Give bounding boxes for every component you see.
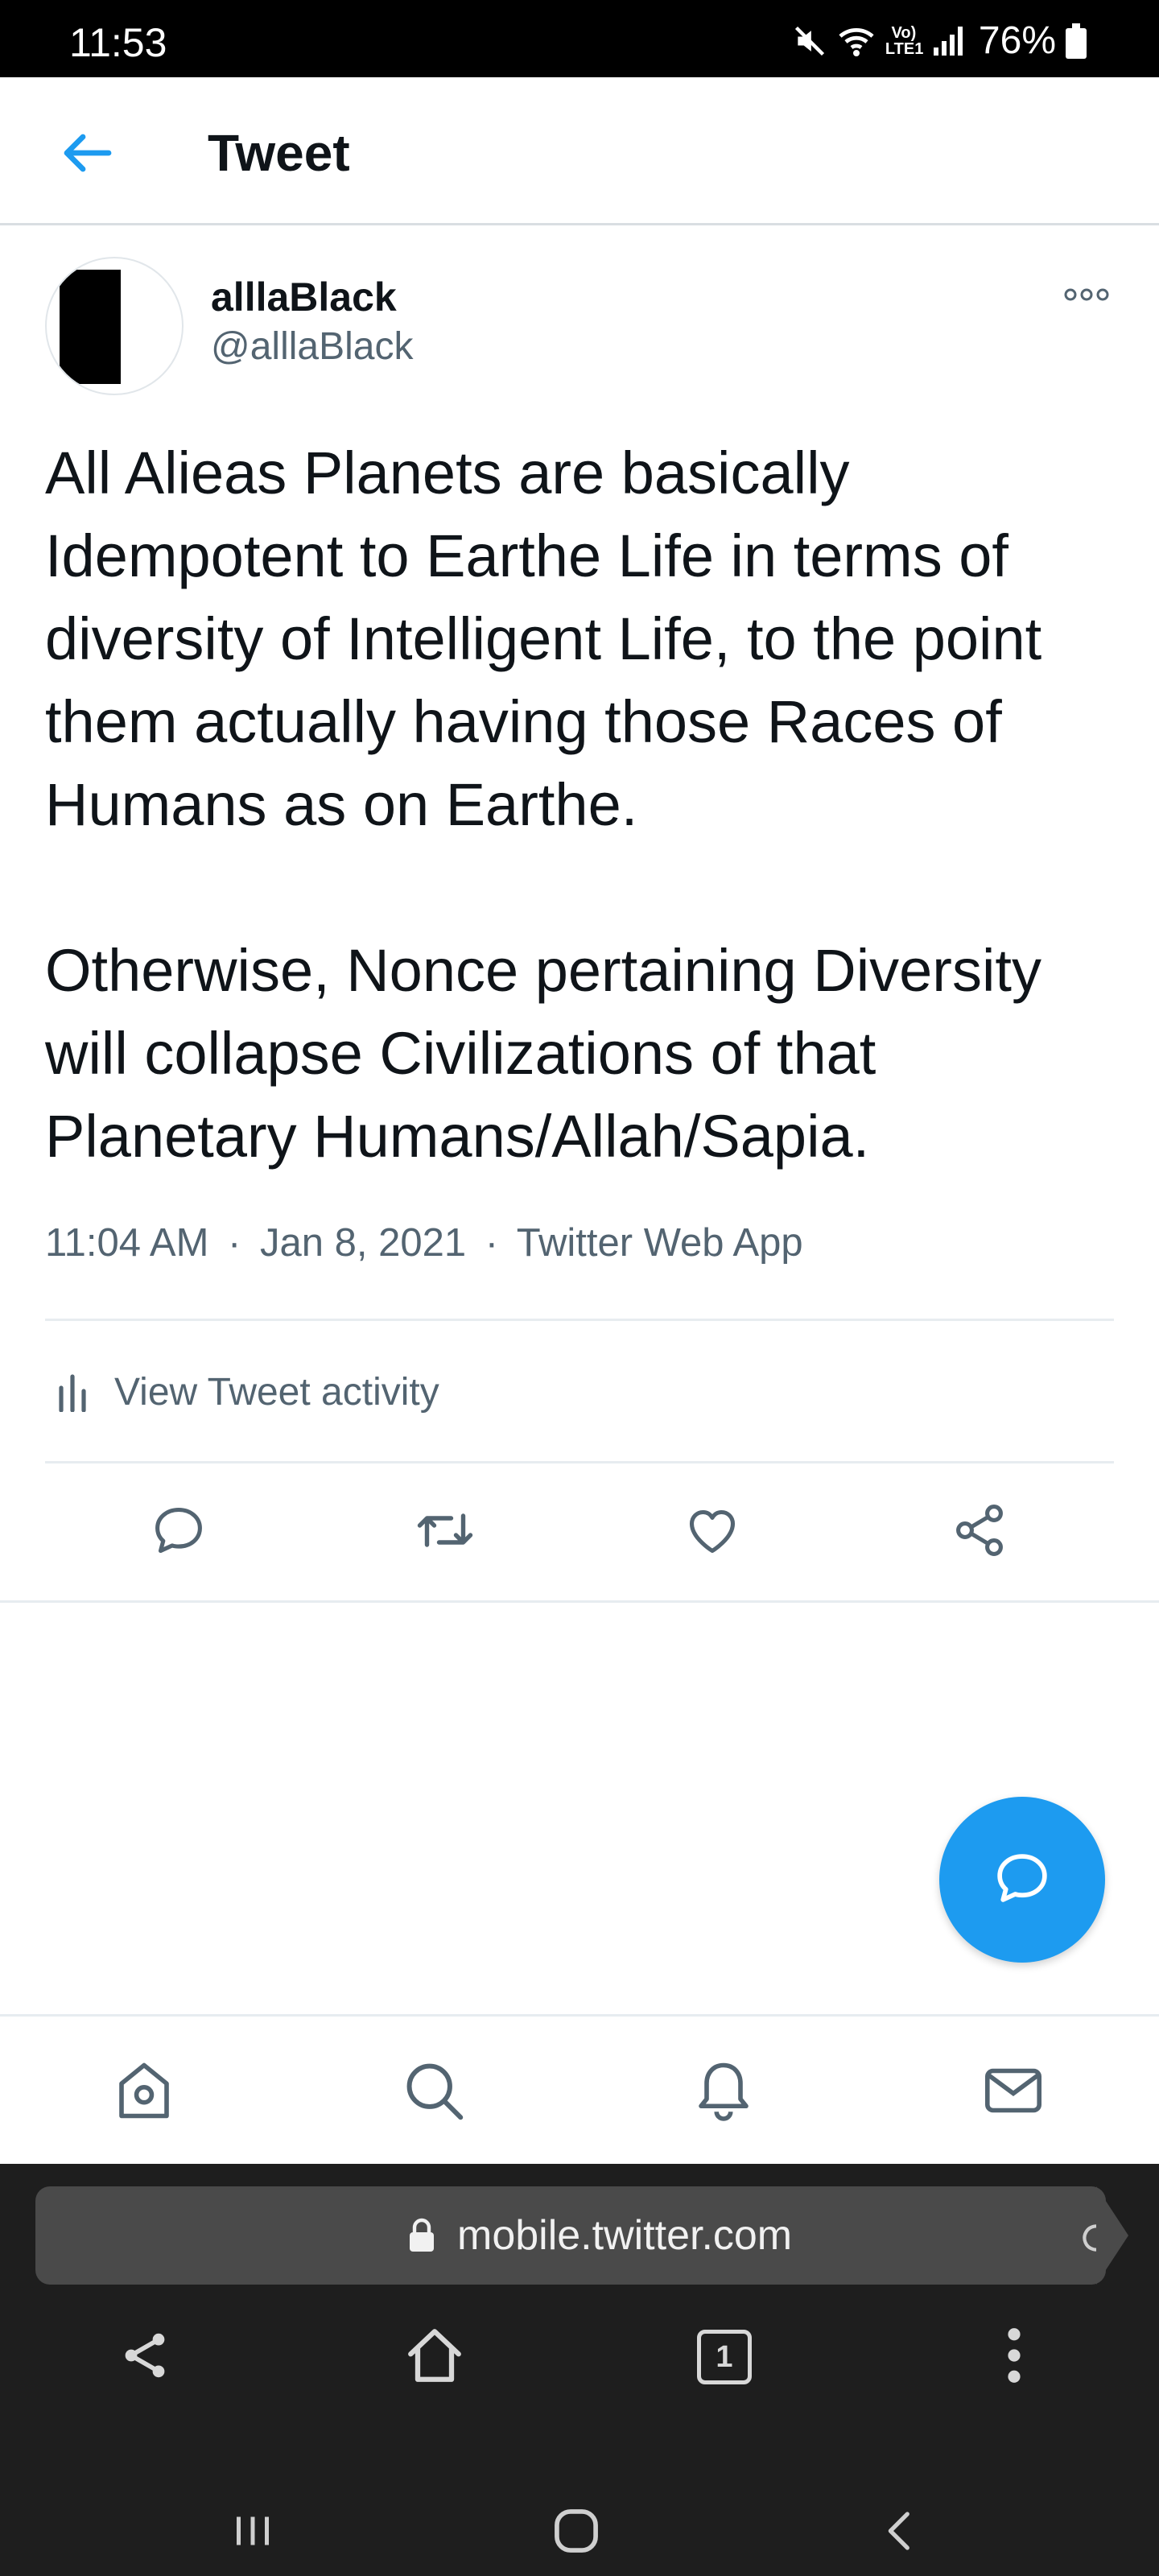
nav-search-button[interactable] (394, 2052, 474, 2132)
arrow-left-icon (62, 133, 112, 177)
status-bar: 11:53 Vo) LTE1 76% (0, 0, 1159, 77)
browser-tabs-button[interactable]: 1 (684, 2317, 765, 2397)
meta-separator: · (228, 1221, 241, 1265)
tweet-text: All Alieas Planets are basically Idempot… (45, 440, 1042, 1170)
mute-icon (792, 23, 827, 59)
network-type-label: Vo) LTE1 (885, 24, 924, 58)
more-options-button[interactable] (1054, 276, 1119, 316)
nav-messages-button[interactable] (973, 2052, 1054, 2132)
signal-icon (932, 25, 964, 57)
app-header: Tweet (0, 77, 1159, 225)
browser-menu-button[interactable] (974, 2317, 1054, 2397)
tab-count: 1 (716, 2339, 733, 2374)
status-time: 11:53 (69, 20, 167, 65)
back-button[interactable] (55, 122, 119, 187)
recent-apps-icon (229, 2507, 277, 2559)
retweet-button[interactable] (409, 1496, 481, 1568)
browser-share-button[interactable] (105, 2317, 185, 2397)
share-icon (118, 2328, 172, 2387)
reply-icon (150, 1501, 208, 1563)
author-handle[interactable]: @alllaBlack (211, 323, 413, 371)
home-icon (401, 2322, 468, 2393)
address-bar[interactable]: mobile.twitter.com (35, 2186, 1110, 2285)
tabs-count-icon: 1 (697, 2330, 752, 2384)
messages-icon (980, 2057, 1047, 2128)
battery-percent: 76% (978, 19, 1056, 62)
tweet-time[interactable]: 11:04 AM (45, 1221, 208, 1265)
search-icon (400, 2057, 468, 2128)
recent-apps-button[interactable] (212, 2492, 293, 2573)
home-icon (110, 2057, 178, 2128)
system-back-button[interactable] (860, 2492, 940, 2573)
author-display-name[interactable]: alllaBlack (211, 273, 397, 321)
tweet-source[interactable]: Twitter Web App (517, 1221, 803, 1265)
divider (45, 1319, 1114, 1321)
browser-toolbar: 1 (0, 2309, 1159, 2405)
view-tweet-activity-link[interactable]: View Tweet activity (45, 1323, 1114, 1461)
lock-icon (407, 2216, 436, 2255)
bottom-nav (0, 2014, 1159, 2164)
battery-icon (1066, 23, 1087, 59)
chevron-left-icon (877, 2507, 922, 2559)
more-dots-icon (1062, 287, 1111, 307)
activity-label: View Tweet activity (114, 1370, 439, 1414)
reply-button[interactable] (142, 1496, 215, 1568)
system-home-button[interactable] (536, 2492, 617, 2573)
nav-notifications-button[interactable] (683, 2052, 764, 2132)
status-icons: Vo) LTE1 76% (792, 21, 1087, 61)
avatar[interactable] (45, 257, 184, 395)
like-button[interactable] (676, 1496, 749, 1568)
like-icon (683, 1501, 741, 1563)
tweet-detail: alllaBlack @alllaBlack All Alieas Planet… (0, 228, 1159, 1603)
url-text: mobile.twitter.com (457, 2212, 793, 2259)
nav-home-button[interactable] (104, 2052, 184, 2132)
tweet-meta: 11:04 AM · Jan 8, 2021 · Twitter Web App (45, 1219, 803, 1267)
browser-home-button[interactable] (394, 2317, 475, 2397)
tweet-date[interactable]: Jan 8, 2021 (260, 1221, 466, 1265)
retweet-icon (415, 1501, 476, 1563)
analytics-icon (56, 1368, 105, 1416)
system-navigation-bar (0, 2478, 1159, 2576)
notifications-icon (690, 2057, 757, 2128)
address-bar-tip (1096, 2186, 1128, 2285)
tweet-actions (0, 1463, 1159, 1600)
compose-reply-fab[interactable] (939, 1797, 1105, 1963)
system-home-icon (549, 2504, 604, 2562)
share-icon (951, 1501, 1008, 1563)
more-vertical-icon (1006, 2327, 1022, 2388)
wifi-icon (837, 23, 876, 59)
avatar-image (60, 270, 121, 384)
share-button[interactable] (943, 1496, 1016, 1568)
page-title: Tweet (208, 124, 350, 182)
reply-icon (992, 1847, 1053, 1913)
browser-chrome: mobile.twitter.com 1 (0, 2164, 1159, 2576)
meta-separator: · (485, 1221, 499, 1265)
